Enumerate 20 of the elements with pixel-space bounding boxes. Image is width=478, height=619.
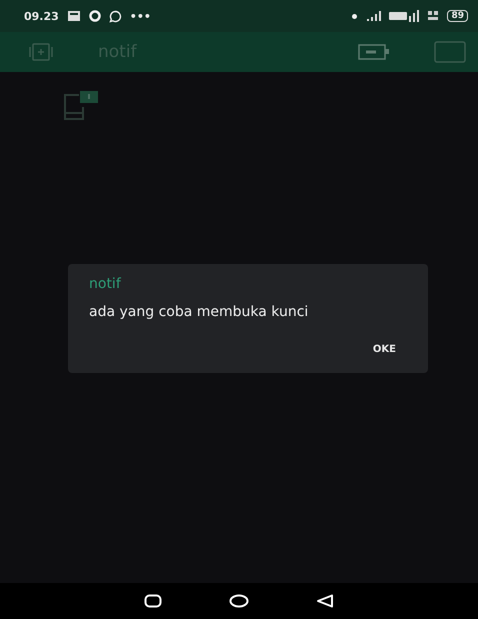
home-icon[interactable] (228, 594, 249, 608)
battery-icon[interactable] (358, 43, 390, 61)
signal-icon (365, 11, 382, 21)
battery-indicator: 89 (447, 10, 468, 22)
dialog-title: notif (89, 276, 122, 292)
ok-button[interactable]: OKE (360, 336, 408, 363)
dot-icon (352, 14, 358, 18)
clock: 09.23 (24, 10, 59, 22)
data-speed-icon (427, 10, 440, 22)
signal-icon (389, 10, 420, 22)
circle-icon (88, 10, 101, 22)
more-indicator: ••• (130, 10, 151, 22)
dialog-message: ada yang coba membuka kunci (89, 304, 310, 320)
notification-icon (66, 10, 81, 22)
notification-widget-icon[interactable] (63, 90, 99, 120)
device-icon[interactable] (28, 43, 54, 61)
recents-icon[interactable] (144, 594, 162, 608)
square-icon[interactable] (434, 41, 466, 63)
back-icon[interactable] (316, 594, 334, 608)
chat-icon (108, 10, 122, 22)
